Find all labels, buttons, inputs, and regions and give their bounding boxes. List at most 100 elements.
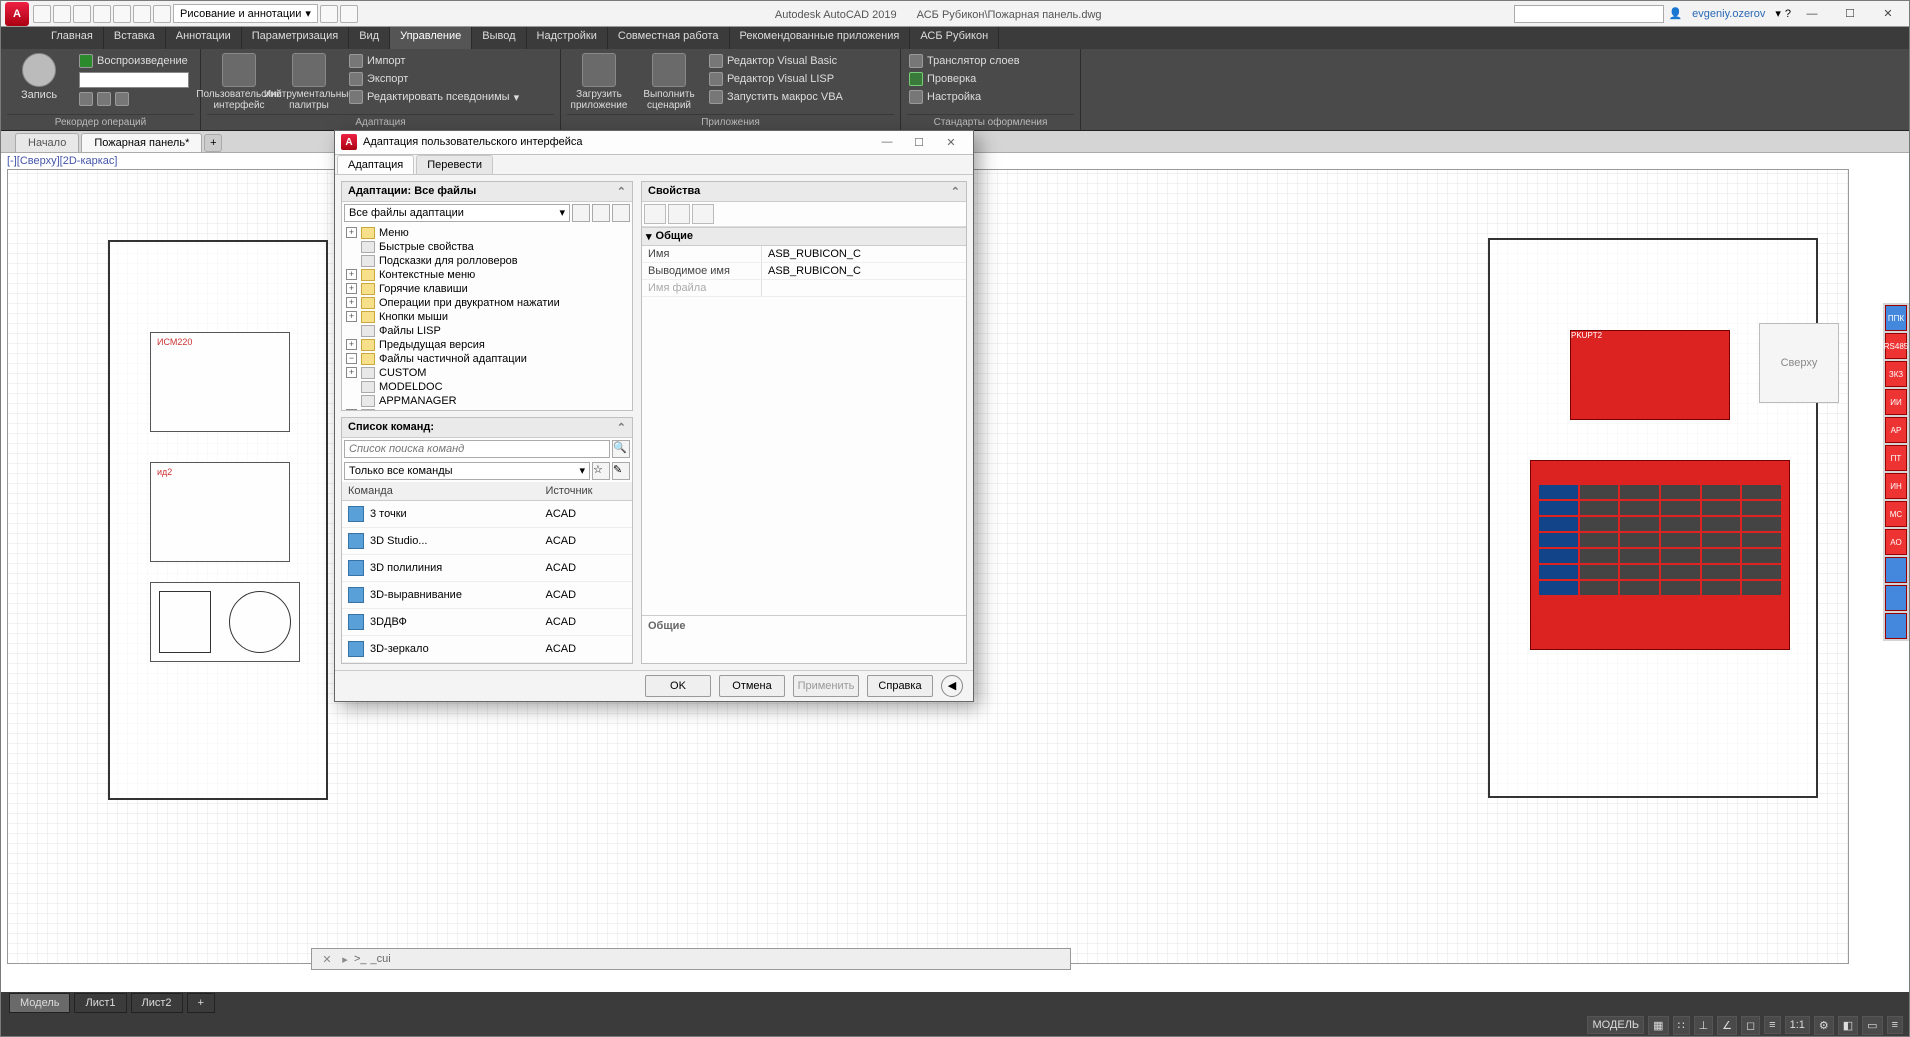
expand-icon[interactable]: + (346, 409, 357, 410)
add-layout-button[interactable]: + (187, 993, 215, 1013)
collapse-icon[interactable]: ⌃ (617, 185, 626, 198)
find-command-icon[interactable]: ✎ (612, 462, 630, 480)
palette-button[interactable]: МС (1885, 501, 1907, 527)
view-cube[interactable]: Сверху (1759, 323, 1839, 403)
expand-icon[interactable]: + (346, 311, 357, 322)
apply-button[interactable]: Применить (793, 675, 859, 697)
tree-node[interactable]: Быстрые свойства (379, 241, 474, 253)
recorder-name-input[interactable] (79, 72, 189, 88)
doc-tab-file[interactable]: Пожарная панель* (81, 133, 202, 152)
customization-tree[interactable]: +Меню Быстрые свойства Подсказки для рол… (342, 224, 632, 410)
layout-tab-model[interactable]: Модель (9, 993, 70, 1013)
tree-node[interactable]: FEATUREDAPPS (379, 409, 467, 410)
add-tab-button[interactable]: + (204, 134, 222, 152)
palette-button[interactable]: ППК (1885, 305, 1907, 331)
qat-save-icon[interactable] (73, 5, 91, 23)
ribbon-tab[interactable]: Вывод (472, 27, 526, 49)
collapse-icon[interactable]: ⌃ (951, 185, 960, 198)
qat-new-icon[interactable] (33, 5, 51, 23)
social-icon[interactable]: ▾ (1775, 7, 1781, 20)
palette-button[interactable]: АО (1885, 529, 1907, 555)
ok-button[interactable]: OK (645, 675, 711, 697)
dialog-tab-adapt[interactable]: Адаптация (337, 155, 414, 174)
search-icon[interactable]: 🔍 (612, 440, 630, 458)
play-button[interactable]: Воспроизведение (77, 53, 191, 69)
qat-plot-icon[interactable] (113, 5, 131, 23)
ribbon-tab[interactable]: Аннотации (166, 27, 242, 49)
apply-file-icon[interactable] (612, 204, 630, 222)
dialog-tab-translate[interactable]: Перевести (416, 155, 493, 174)
status-iso-icon[interactable]: ◧ (1838, 1016, 1858, 1035)
prop-categorized-icon[interactable] (644, 204, 666, 224)
command-row[interactable]: 3D полилинияACAD (342, 554, 632, 581)
status-scale[interactable]: 1:1 (1785, 1016, 1810, 1034)
status-polar-icon[interactable]: ∠ (1717, 1016, 1737, 1035)
maximize-button[interactable]: ☐ (1833, 3, 1867, 25)
toolpalettes-button[interactable]: Инструментальные палитры (277, 53, 341, 111)
status-clean-icon[interactable]: ▭ (1862, 1016, 1882, 1035)
qat-share-icon[interactable] (320, 5, 338, 23)
app-logo[interactable]: A (5, 2, 29, 26)
command-search-input[interactable] (344, 440, 610, 458)
palette-button[interactable]: АР (1885, 417, 1907, 443)
check-button[interactable]: Проверка (907, 71, 1022, 87)
tree-node[interactable]: Файлы LISP (379, 325, 441, 337)
expand-icon[interactable]: + (346, 283, 357, 294)
ribbon-tab[interactable]: Совместная работа (608, 27, 730, 49)
ribbon-tab[interactable]: Вставка (104, 27, 166, 49)
command-row[interactable]: 3D-выравниваниеACAD (342, 581, 632, 608)
close-button[interactable]: ✕ (1871, 3, 1905, 25)
command-row[interactable]: 3D-зеркалоACAD (342, 635, 632, 662)
save-file-icon[interactable] (592, 204, 610, 222)
palette-button[interactable] (1885, 613, 1907, 639)
rec-opt3-icon[interactable] (115, 92, 129, 106)
collapse-icon[interactable]: ⌃ (617, 421, 626, 434)
minimize-button[interactable]: — (1795, 3, 1829, 25)
expand-icon[interactable]: + (346, 297, 357, 308)
palette-button[interactable] (1885, 557, 1907, 583)
export-button[interactable]: Экспорт (347, 71, 521, 87)
rec-opt-icon[interactable] (79, 92, 93, 106)
col-command[interactable]: Команда (342, 482, 540, 501)
new-command-icon[interactable]: ☆ (592, 462, 610, 480)
ribbon-tab[interactable]: АСБ Рубикон (910, 27, 999, 49)
layout-tab[interactable]: Лист1 (74, 993, 126, 1013)
layout-tab[interactable]: Лист2 (131, 993, 183, 1013)
configure-button[interactable]: Настройка (907, 89, 1022, 105)
tree-node[interactable]: APPMANAGER (379, 395, 457, 407)
tree-node[interactable]: Предыдущая версия (379, 339, 485, 351)
aliases-button[interactable]: Редактировать псевдонимы ▾ (347, 89, 521, 105)
qat-undo-icon[interactable] (133, 5, 151, 23)
cui-button[interactable]: Пользовательский интерфейс (207, 53, 271, 111)
ribbon-tab[interactable]: Надстройки (527, 27, 608, 49)
signin-icon[interactable]: 👤 (1668, 7, 1682, 20)
status-ortho-icon[interactable]: ⊥ (1694, 1016, 1714, 1035)
status-customize-icon[interactable]: ≡ (1887, 1016, 1903, 1034)
palette-button[interactable]: ИИ (1885, 389, 1907, 415)
qat-saveas-icon[interactable] (93, 5, 111, 23)
palette-button[interactable]: ИН (1885, 473, 1907, 499)
tree-node[interactable]: Горячие клавиши (379, 283, 468, 295)
workspace-dropdown[interactable]: Рисование и аннотации▾ (173, 4, 318, 23)
tree-node[interactable]: Операции при двукратном нажатии (379, 297, 560, 309)
vbaide-button[interactable]: Редактор Visual Basic (707, 53, 845, 69)
palette-button[interactable]: RS485 (1885, 333, 1907, 359)
prop-panel-icon[interactable] (692, 204, 714, 224)
palette-button[interactable]: ПТ (1885, 445, 1907, 471)
record-button[interactable]: Запись (7, 53, 71, 101)
cmdline-close-icon[interactable]: ✕ (318, 953, 336, 966)
command-line[interactable]: ✕ ▸ >_ _cui (311, 948, 1071, 970)
expand-icon[interactable]: + (346, 227, 357, 238)
qat-more-icon[interactable] (340, 5, 358, 23)
prop-value[interactable]: ASB_RUBICON_C (762, 263, 966, 279)
qat-redo-icon[interactable] (153, 5, 171, 23)
expand-icon[interactable]: + (346, 367, 357, 378)
status-model[interactable]: МОДЕЛЬ (1587, 1016, 1644, 1034)
files-dropdown[interactable]: Все файлы адаптации▾ (344, 204, 570, 222)
ribbon-tab[interactable]: Управление (390, 27, 472, 49)
palette-button[interactable]: ЗКЗ (1885, 361, 1907, 387)
tree-node[interactable]: CUSTOM (379, 367, 426, 379)
expand-dialog-button[interactable]: ◀ (941, 675, 963, 697)
doc-tab-start[interactable]: Начало (15, 133, 79, 152)
prop-value[interactable]: ASB_RUBICON_C (762, 246, 966, 262)
